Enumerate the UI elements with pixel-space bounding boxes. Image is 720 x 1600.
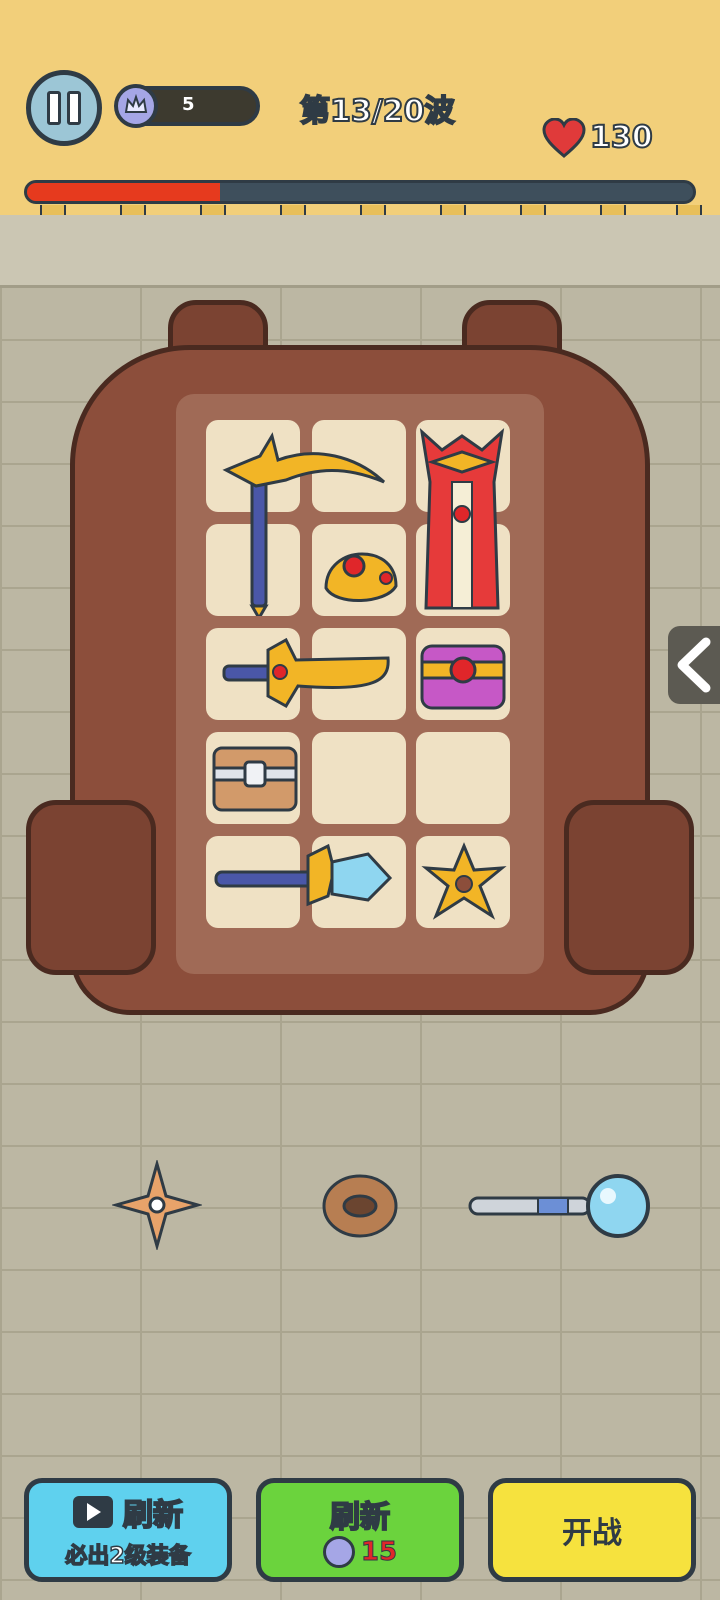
backpack-pocket-right bbox=[564, 800, 694, 975]
treasure-chest-pink-icon[interactable] bbox=[416, 632, 510, 718]
pause-button[interactable] bbox=[26, 70, 102, 146]
wave-progress-bar bbox=[24, 180, 696, 204]
start-battle-button[interactable]: 开战 bbox=[488, 1478, 696, 1582]
refresh-label: 刷新 bbox=[329, 1499, 391, 1536]
golden-crown-icon[interactable] bbox=[316, 530, 406, 614]
refresh-cost: 15 bbox=[360, 1537, 398, 1568]
wall-ledge bbox=[0, 215, 720, 288]
wave-label: 第13/20波 bbox=[299, 93, 455, 130]
video-ad-icon bbox=[73, 1496, 113, 1528]
wooden-ring-shop-item[interactable] bbox=[318, 1168, 402, 1242]
crown-coin-icon bbox=[322, 1536, 355, 1568]
blue-orb-staff-shop-item[interactable] bbox=[468, 1168, 656, 1244]
backpack-grid bbox=[176, 394, 544, 974]
start-battle-label: 开战 bbox=[562, 1516, 622, 1551]
heart-icon bbox=[542, 117, 586, 162]
crystal-wand-icon[interactable] bbox=[208, 840, 398, 920]
refresh-button[interactable]: 刷新 15 bbox=[256, 1478, 464, 1582]
grid-cell[interactable] bbox=[312, 732, 406, 824]
pause-icon bbox=[47, 91, 61, 125]
golden-shuriken-icon[interactable] bbox=[420, 840, 508, 926]
wave-progress-fill bbox=[27, 183, 221, 201]
ad-refresh-label: 刷新 bbox=[122, 1497, 184, 1534]
ad-refresh-button[interactable]: 刷新 必出2级装备 bbox=[24, 1478, 232, 1582]
shuriken-shop-item[interactable] bbox=[112, 1160, 202, 1250]
wooden-chest-icon[interactable] bbox=[208, 734, 302, 822]
backpack-pocket-left bbox=[26, 800, 156, 975]
ad-refresh-sub-label: 必出2级装备 bbox=[65, 1543, 192, 1570]
side-panel-toggle[interactable] bbox=[668, 626, 720, 704]
crown-coin-icon bbox=[114, 84, 158, 128]
chevron-left-icon bbox=[677, 637, 711, 693]
royal-cape-icon[interactable] bbox=[412, 422, 512, 614]
coin-count: 5 bbox=[182, 94, 195, 115]
golden-sword-icon[interactable] bbox=[208, 630, 398, 716]
grid-cell[interactable] bbox=[416, 732, 510, 824]
hp-value: 130 bbox=[589, 119, 654, 156]
